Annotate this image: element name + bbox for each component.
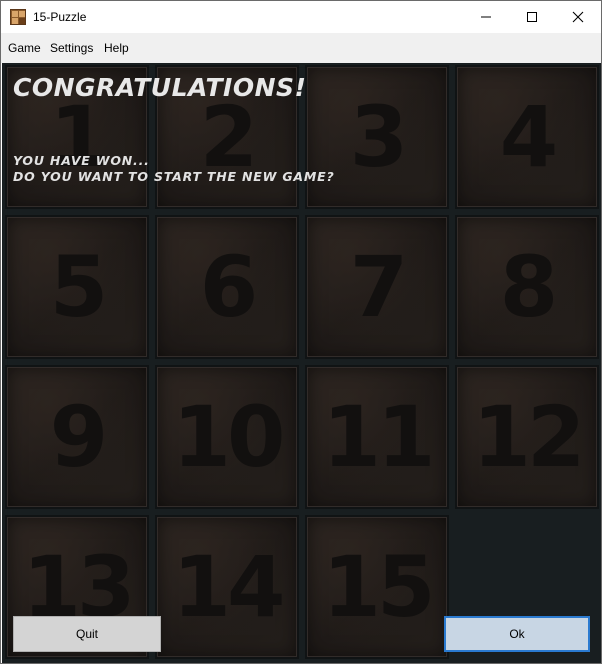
title-bar: 15-Puzzle bbox=[1, 1, 601, 33]
close-icon bbox=[572, 11, 584, 23]
menu-bar: Game Settings Help bbox=[1, 33, 601, 63]
app-window: 15-Puzzle Game Settings Help 1 2 3 4 5 6 7 8 9 10… bbox=[0, 0, 602, 664]
congratulations-heading: CONGRATULATIONS! bbox=[13, 73, 307, 102]
menu-settings[interactable]: Settings bbox=[50, 41, 93, 55]
quit-button[interactable]: Quit bbox=[13, 616, 161, 652]
win-message-line2: DO YOU WANT TO START THE NEW GAME? bbox=[13, 169, 335, 184]
minimize-icon bbox=[481, 16, 491, 18]
menu-help[interactable]: Help bbox=[104, 41, 129, 55]
maximize-icon bbox=[527, 12, 537, 22]
win-message: YOU HAVE WON... DO YOU WANT TO START THE… bbox=[13, 153, 335, 185]
win-message-line1: YOU HAVE WON... bbox=[13, 153, 150, 168]
close-button[interactable] bbox=[555, 1, 601, 33]
ok-button[interactable]: Ok bbox=[444, 616, 590, 652]
menu-game[interactable]: Game bbox=[8, 41, 41, 55]
minimize-button[interactable] bbox=[463, 1, 509, 33]
maximize-button[interactable] bbox=[509, 1, 555, 33]
window-title: 15-Puzzle bbox=[33, 10, 87, 24]
puzzle-board: 1 2 3 4 5 6 7 8 9 10 11 12 13 14 15 CONGRATULATIONS! Y… bbox=[2, 63, 601, 663]
puzzle-app-icon bbox=[10, 9, 26, 25]
